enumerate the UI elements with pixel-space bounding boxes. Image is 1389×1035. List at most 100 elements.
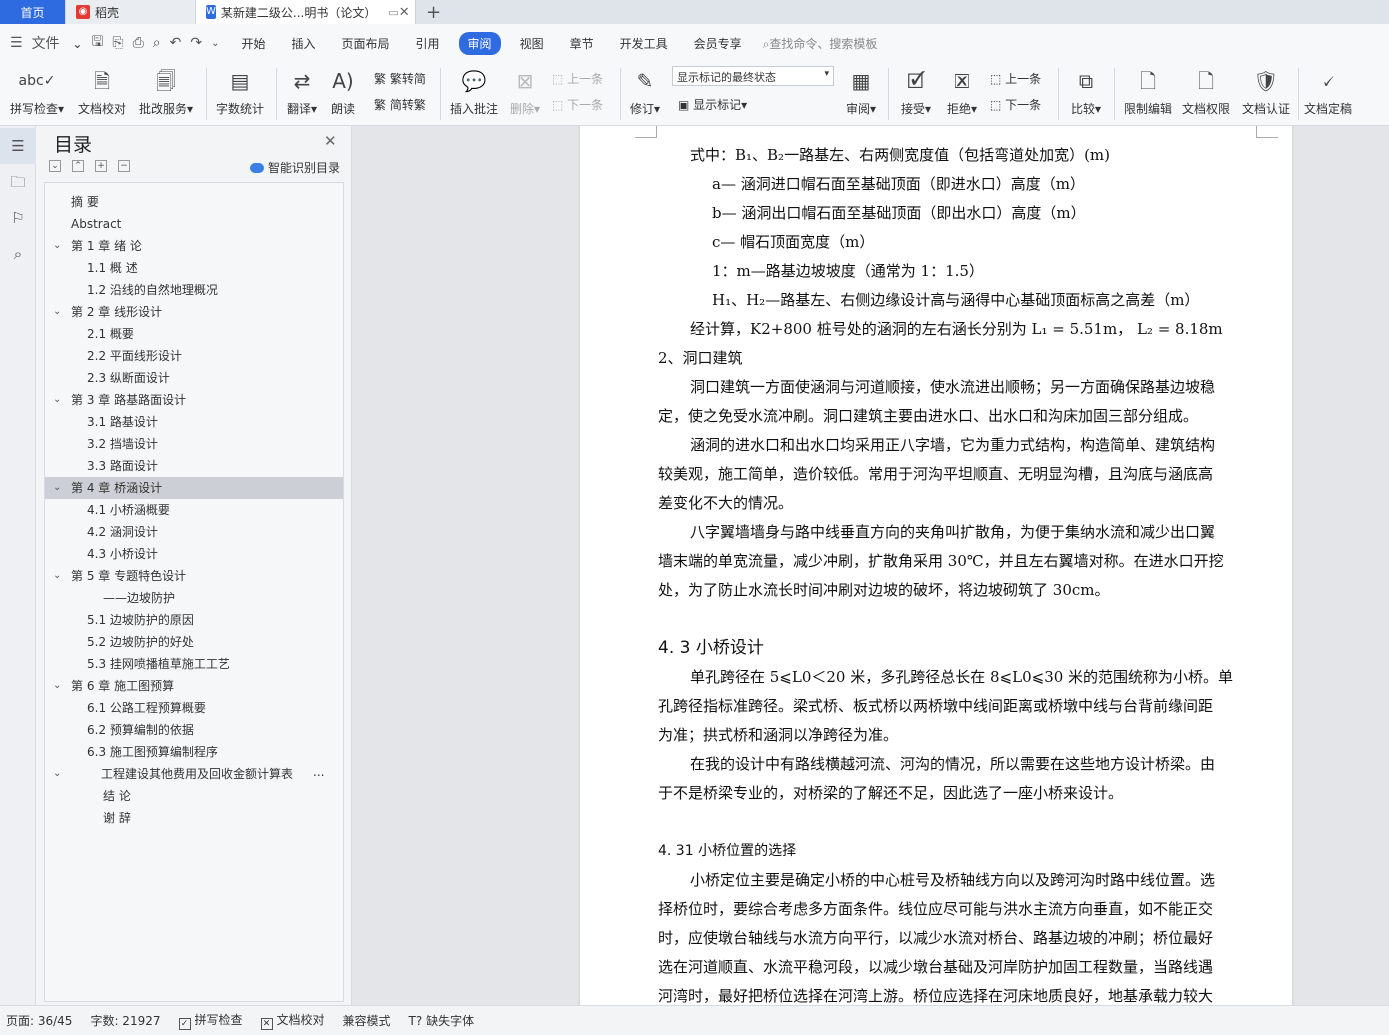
quick-dropdown-icon[interactable]: ⌄ (211, 38, 219, 49)
more-icon[interactable]: ... (313, 761, 324, 783)
remove-item-icon[interactable]: − (118, 160, 130, 172)
toc-item[interactable]: 6.3 施工图预算编制程序 (45, 741, 343, 763)
next-change-button[interactable]: ⬚ 下一条 (990, 96, 1041, 113)
chevron-down-icon[interactable]: ⌄ (53, 235, 61, 257)
spell-check-button[interactable]: abc✓ 拼写检查▾ (6, 66, 68, 117)
toc-item[interactable]: ⌄ 第 2 章 线形设计 (45, 301, 343, 323)
tab-daoke[interactable]: ◉ 稻壳 (66, 0, 196, 24)
toc-item[interactable]: 4.2 涵洞设计 (45, 521, 343, 543)
toc-item[interactable]: 3.2 挡墙设计 (45, 433, 343, 455)
chevron-down-icon[interactable]: ⌄ (53, 477, 61, 499)
delete-comment-button[interactable]: ⊠ 删除▾ (506, 66, 544, 117)
menu-3[interactable]: 引用 (403, 35, 453, 52)
toc-item[interactable]: ⌄ 第 6 章 施工图预算 (45, 675, 343, 697)
toc-item[interactable]: 谢 辞 (45, 807, 343, 829)
toc-item[interactable]: 结 论 (45, 785, 343, 807)
toc-item[interactable]: ⌄ 工程建设其他费用及回收金额计算表... (45, 763, 343, 785)
menu-6[interactable]: 章节 (557, 35, 607, 52)
doc-auth-button[interactable]: 🛡 文档认证 (1240, 66, 1292, 117)
chapter-nav-icon[interactable]: 🗀 (0, 164, 36, 200)
chevron-down-icon[interactable]: ⌄ (53, 565, 61, 587)
toc-item[interactable]: 2.3 纵断面设计 (45, 367, 343, 389)
export-icon[interactable]: ⎘ (112, 35, 123, 51)
chevron-down-icon[interactable]: ⌄ (53, 301, 61, 323)
toc-item[interactable]: 4.1 小桥涵概要 (45, 499, 343, 521)
toc-item[interactable]: ——边坡防护 (45, 587, 343, 609)
restrict-edit-button[interactable]: 🗋 限制编辑 (1122, 66, 1174, 117)
toc-item[interactable]: 2.1 概要 (45, 323, 343, 345)
find-icon[interactable]: ⌕ (0, 236, 36, 272)
toc-item[interactable]: ⌄ 第 5 章 专题特色设计 (45, 565, 343, 587)
toc-item[interactable]: ⌄ 第 1 章 绪 论 (45, 235, 343, 257)
toc-item[interactable]: 5.2 边坡防护的好处 (45, 631, 343, 653)
toc-item[interactable]: 6.1 公路工程预算概要 (45, 697, 343, 719)
trad-to-simp-button[interactable]: 繁 繁转简 (374, 70, 426, 87)
menu-4[interactable]: 审阅 (458, 31, 501, 55)
search-box[interactable]: ⌕查找命令、搜索模板 (763, 35, 878, 52)
menu-1[interactable]: 插入 (279, 35, 329, 52)
toc-item[interactable]: 1.1 概 述 (45, 257, 343, 279)
reject-button[interactable]: 🗷 拒绝▾ (942, 66, 982, 117)
undo-icon[interactable]: ↶ (170, 35, 182, 51)
batch-service-button[interactable]: 🗐 批改服务▾ (136, 66, 196, 117)
insert-comment-button[interactable]: 💬 插入批注 (448, 66, 500, 117)
toc-item[interactable]: 6.2 预算编制的依据 (45, 719, 343, 741)
prev-comment-button[interactable]: ⬚ 上一条 (552, 70, 603, 87)
word-count-button[interactable]: ▤ 字数统计 (214, 66, 266, 117)
print-icon[interactable]: ⎙ (133, 35, 144, 51)
close-icon[interactable]: ✕ (324, 132, 337, 150)
read-aloud-button[interactable]: A) 朗读 (326, 66, 360, 117)
menu-5[interactable]: 视图 (507, 35, 557, 52)
toc-item[interactable]: 3.1 路基设计 (45, 411, 343, 433)
menu-2[interactable]: 页面布局 (329, 35, 403, 52)
menu-0[interactable]: 开始 (228, 35, 278, 52)
show-markup-button[interactable]: ▣ 显示标记▾ (678, 96, 747, 113)
markup-state-select[interactable]: 显示标记的最终状态 ▾ (672, 66, 834, 86)
toc-item[interactable]: Abstract (45, 213, 343, 235)
chevron-down-icon[interactable]: ⌄ (53, 389, 61, 411)
toc-item[interactable]: ⌄ 第 3 章 路基路面设计 (45, 389, 343, 411)
hamburger-icon[interactable]: ☰ (10, 35, 23, 51)
proofread-button[interactable]: 🗎 文档校对 (76, 66, 128, 117)
chevron-down-icon[interactable]: ⌄ (53, 763, 61, 785)
missing-font[interactable]: T? 缺失字体 (409, 1012, 475, 1029)
file-menu[interactable]: 文件 ⌄ (32, 33, 83, 53)
next-comment-button[interactable]: ⬚ 下一条 (552, 96, 603, 113)
chevron-down-icon[interactable]: ⌄ (53, 675, 61, 697)
track-changes-button[interactable]: ✎ 修订▾ (626, 66, 664, 117)
toc-item[interactable]: 5.3 挂网喷播植草施工工艺 (45, 653, 343, 675)
toc-item[interactable]: 1.2 沿线的自然地理概况 (45, 279, 343, 301)
compare-button[interactable]: ⧉ 比较▾ (1066, 66, 1106, 117)
collapse-all-icon[interactable]: ⌄ (49, 160, 61, 172)
new-tab-icon[interactable]: + (416, 0, 451, 24)
review-pane-button[interactable]: ▦ 审阅▾ (842, 66, 880, 117)
status-proofread[interactable]: ✕ 文档校对 (260, 1011, 325, 1030)
preview-icon[interactable]: ⌕ (153, 35, 161, 51)
toc-item[interactable]: 2.2 平面线形设计 (45, 345, 343, 367)
menu-8[interactable]: 会员专享 (681, 35, 755, 52)
simp-to-trad-button[interactable]: 繁 简转繁 (374, 96, 426, 113)
word-count-indicator[interactable]: 字数: 21927 (90, 1012, 160, 1029)
document-page[interactable]: 式中：B₁、B₂一路基左、右两侧宽度值（包括弯道处加宽）(m) a— 涵洞进口帽石… (580, 126, 1292, 1005)
smart-toc-button[interactable]: 智能识别目录 (250, 159, 340, 176)
tab-home[interactable]: 首页 (0, 0, 66, 24)
toc-view-icon[interactable]: ☰ (0, 128, 36, 164)
doc-rights-button[interactable]: 🗋 文档权限 (1180, 66, 1232, 117)
redo-icon[interactable]: ↷ (190, 35, 202, 51)
toc-item[interactable]: 4.3 小桥设计 (45, 543, 343, 565)
add-item-icon[interactable]: + (95, 160, 107, 172)
toc-item[interactable]: ⌄ 第 4 章 桥涵设计 (45, 477, 343, 499)
save-icon[interactable]: 🖫 (91, 31, 103, 55)
toc-item[interactable]: 3.3 路面设计 (45, 455, 343, 477)
finalize-button[interactable]: 🗸 文档定稿 (1302, 66, 1354, 117)
tab-document[interactable]: W 某新建二级公...明书（论文） ▭ ✕ (196, 0, 416, 24)
close-tab-icon[interactable]: ✕ (399, 5, 410, 20)
page-indicator[interactable]: 页面: 36/45 (6, 1012, 72, 1029)
bookmark-icon[interactable]: ⚐ (0, 200, 36, 236)
toc-item[interactable]: 摘 要 (45, 191, 343, 213)
pin-icon[interactable]: ▭ (388, 6, 398, 19)
expand-all-icon[interactable]: ⌃ (72, 160, 84, 172)
accept-button[interactable]: 🗹 接受▾ (896, 66, 936, 117)
toc-item[interactable]: 5.1 边坡防护的原因 (45, 609, 343, 631)
prev-change-button[interactable]: ⬚ 上一条 (990, 70, 1041, 87)
